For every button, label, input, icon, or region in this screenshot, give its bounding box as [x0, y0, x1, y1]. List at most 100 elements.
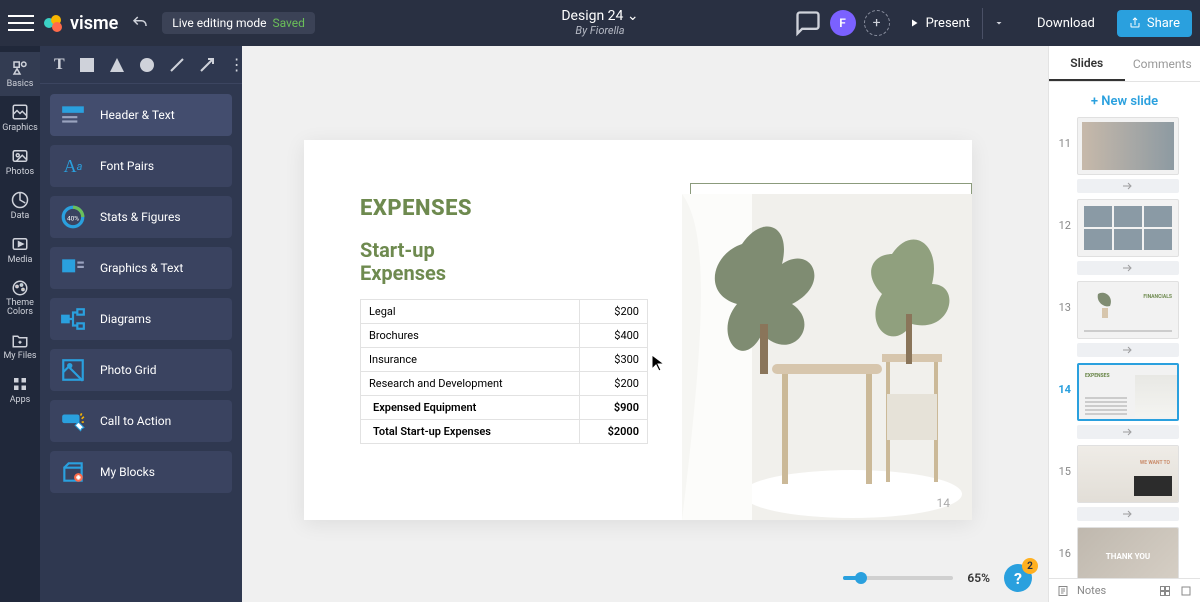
photo-grid-icon: [60, 357, 86, 383]
table-row: Insurance$300: [361, 348, 648, 372]
topbar: visme Live editing mode Saved Design 24 …: [0, 0, 1200, 46]
present-button[interactable]: Present: [898, 10, 974, 37]
graphics-text-icon: [60, 255, 86, 281]
rail-photos-label: Photos: [0, 167, 40, 177]
table-row: Brochures$400: [361, 324, 648, 348]
document-byline: By Fiorella: [561, 25, 638, 37]
chevron-down-icon: ⌄: [627, 8, 639, 24]
rail-photos[interactable]: Photos: [0, 140, 40, 184]
share-button[interactable]: Share: [1117, 10, 1192, 37]
rail-media-label: Media: [0, 255, 40, 265]
animation-icon[interactable]: [1077, 425, 1179, 439]
panel-photo-grid-label: Photo Grid: [100, 363, 157, 377]
document-title: Design 24: [561, 8, 623, 24]
shape-tool-row: T ⋮: [40, 46, 242, 84]
header-text-icon: [60, 102, 86, 128]
arrow-tool[interactable]: [199, 57, 215, 73]
panel-photo-grid[interactable]: Photo Grid: [50, 349, 232, 391]
undo-icon[interactable]: [126, 9, 154, 37]
rail-graphics[interactable]: Graphics: [0, 96, 40, 140]
thumb-16[interactable]: 16 THANK YOU: [1053, 527, 1192, 578]
rail-basics[interactable]: Basics: [0, 52, 40, 96]
slide-subheading[interactable]: Start-up Expenses: [360, 239, 660, 285]
table-row: Research and Development$200: [361, 372, 648, 396]
rail-graphics-label: Graphics: [0, 123, 40, 133]
font-pairs-icon: Aa: [60, 153, 86, 179]
triangle-tool[interactable]: [109, 57, 125, 73]
add-collaborator-button[interactable]: +: [864, 10, 890, 36]
tab-comments[interactable]: Comments: [1125, 46, 1200, 81]
circle-tool[interactable]: [139, 57, 155, 73]
my-blocks-icon: [60, 459, 86, 485]
grid-view-icon[interactable]: [1158, 585, 1172, 597]
new-slide-button[interactable]: + New slide: [1091, 94, 1158, 109]
thumb-12[interactable]: 12: [1053, 199, 1192, 275]
panel-my-blocks-label: My Blocks: [100, 465, 155, 479]
rail-data-label: Data: [0, 211, 40, 221]
diagrams-icon: [60, 306, 86, 332]
share-label: Share: [1147, 16, 1180, 31]
rail-my-files-label: My Files: [0, 351, 40, 361]
brand-logo[interactable]: visme: [42, 11, 118, 35]
svg-text:40%: 40%: [67, 214, 79, 222]
help-button[interactable]: ? 2: [1004, 564, 1032, 592]
rail-basics-label: Basics: [0, 79, 40, 89]
editing-mode-text: Live editing mode: [172, 16, 266, 30]
table-row: Total Start-up Expenses$2000: [361, 420, 648, 444]
thumb-14[interactable]: 14 EXPENSES: [1053, 363, 1192, 439]
expenses-table[interactable]: Legal$200 Brochures$400 Insurance$300 Re…: [360, 299, 648, 444]
panel-diagrams-label: Diagrams: [100, 312, 151, 326]
rail-data[interactable]: Data: [0, 184, 40, 228]
animation-icon[interactable]: [1077, 507, 1179, 521]
canvas-area[interactable]: EXPENSES Start-up Expenses Legal$200 Bro…: [242, 46, 1048, 602]
notes-label[interactable]: Notes: [1077, 584, 1106, 597]
thumb-13[interactable]: 13 FINANCIALS: [1053, 281, 1192, 357]
main: Basics Graphics Photos Data Media Theme …: [0, 46, 1200, 602]
zoom-slider[interactable]: [843, 576, 953, 580]
panel-diagrams[interactable]: Diagrams: [50, 298, 232, 340]
panel-font-pairs[interactable]: Aa Font Pairs: [50, 145, 232, 187]
slide-heading[interactable]: EXPENSES: [360, 196, 660, 221]
tab-slides[interactable]: Slides: [1049, 46, 1125, 81]
rail-my-files[interactable]: My Files: [0, 324, 40, 368]
panel-stats-figures[interactable]: 40% Stats & Figures: [50, 196, 232, 238]
panel-cta[interactable]: Call to Action: [50, 400, 232, 442]
menu-button[interactable]: [8, 10, 34, 36]
zoom-controls: 65% ? 2: [843, 564, 1032, 592]
slide-thumbnails[interactable]: 11 12 13 FINANCIALS 14: [1049, 117, 1200, 578]
animation-icon[interactable]: [1077, 179, 1179, 193]
expenses-block[interactable]: EXPENSES Start-up Expenses Legal$200 Bro…: [360, 196, 660, 444]
rail-theme-colors[interactable]: Theme Colors: [0, 272, 40, 324]
rail-apps[interactable]: Apps: [0, 368, 40, 412]
slide-number: 14: [937, 496, 951, 510]
brand-text: visme: [70, 13, 118, 34]
panel-graphics-text[interactable]: Graphics & Text: [50, 247, 232, 289]
basics-category-list: Header & Text Aa Font Pairs 40% Stats & …: [40, 84, 242, 503]
rail-media[interactable]: Media: [0, 228, 40, 272]
notes-icon[interactable]: [1057, 585, 1069, 597]
topbar-right: F + Present Download Share: [794, 8, 1192, 39]
animation-icon[interactable]: [1077, 343, 1179, 357]
slide-photo[interactable]: [682, 194, 972, 520]
thumb-15[interactable]: 15 WE WANT TO: [1053, 445, 1192, 521]
rail-theme-colors-label: Theme Colors: [0, 299, 40, 317]
panel-header-text[interactable]: Header & Text: [50, 94, 232, 136]
present-dropdown[interactable]: [982, 8, 1015, 39]
cursor-icon: [651, 354, 665, 372]
line-tool[interactable]: [169, 57, 185, 73]
download-button[interactable]: Download: [1023, 10, 1109, 37]
help-badge: 2: [1022, 558, 1038, 574]
thumb-11[interactable]: 11: [1053, 117, 1192, 193]
user-avatar[interactable]: F: [830, 10, 856, 36]
chat-icon[interactable]: [794, 9, 822, 37]
document-title-block[interactable]: Design 24 ⌄ By Fiorella: [561, 9, 638, 36]
zoom-percent[interactable]: 65%: [967, 571, 990, 585]
single-view-icon[interactable]: [1180, 585, 1192, 597]
animation-icon[interactable]: [1077, 261, 1179, 275]
slide-canvas[interactable]: EXPENSES Start-up Expenses Legal$200 Bro…: [304, 140, 972, 520]
rect-tool[interactable]: [79, 57, 95, 73]
stats-icon: 40%: [60, 204, 86, 230]
editing-mode-badge: Live editing mode Saved: [162, 12, 315, 34]
text-tool[interactable]: T: [54, 56, 65, 74]
panel-my-blocks[interactable]: My Blocks: [50, 451, 232, 493]
